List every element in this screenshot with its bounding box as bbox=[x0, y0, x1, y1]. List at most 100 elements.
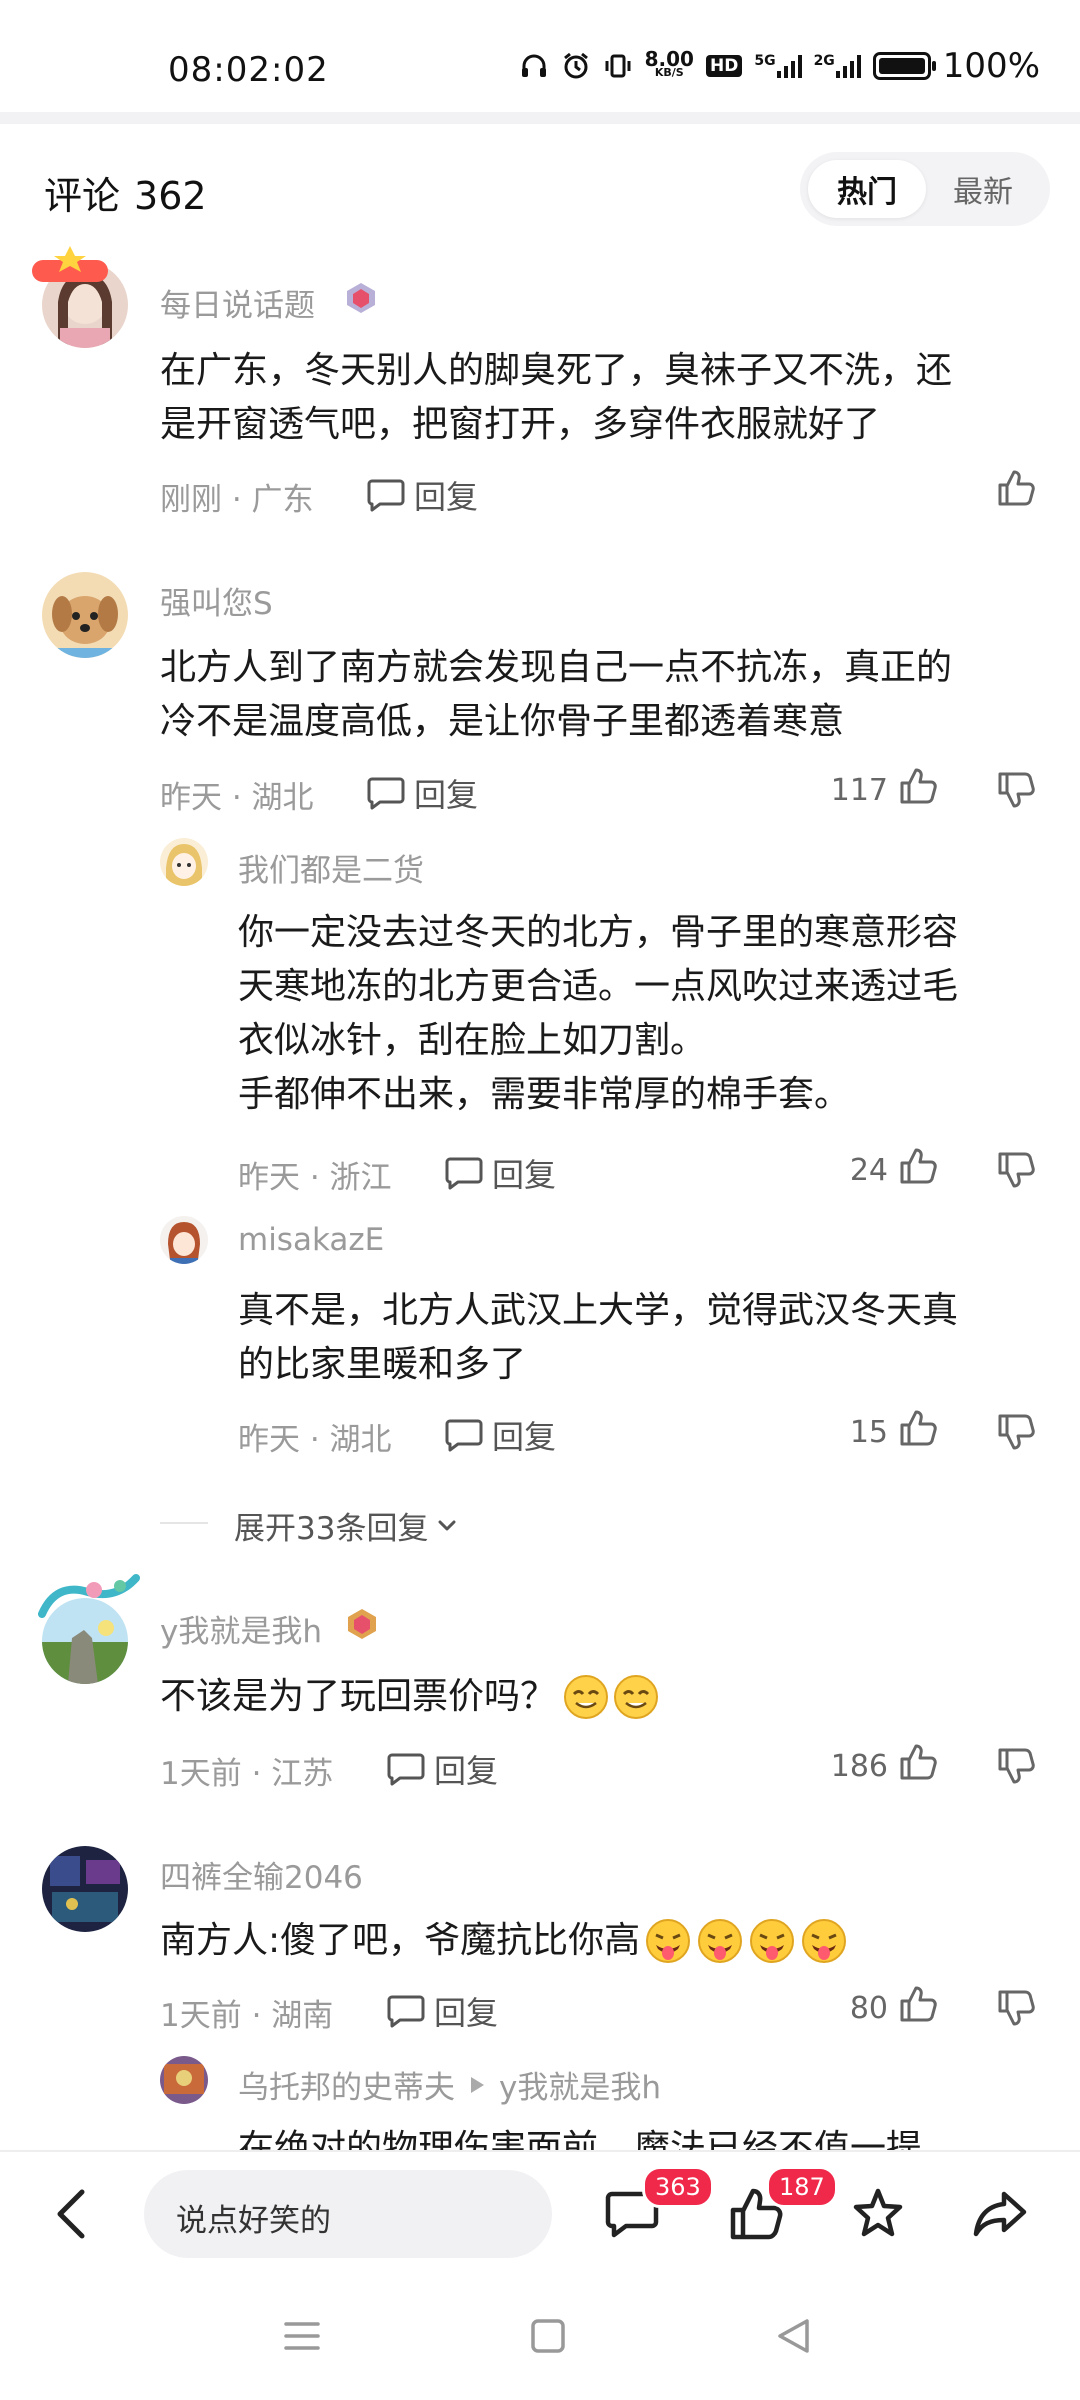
like-button[interactable] bbox=[898, 1984, 938, 2024]
like-button[interactable] bbox=[898, 766, 938, 806]
bottom-divider bbox=[0, 2150, 1080, 2152]
comment-text: 不该是为了玩回票价吗？ bbox=[160, 1670, 660, 1724]
reply-bubble-icon bbox=[387, 1995, 425, 2028]
chevron-down-icon bbox=[438, 1520, 456, 1530]
back-button[interactable] bbox=[50, 2186, 94, 2246]
sort-toggle: 热门 最新 bbox=[800, 152, 1050, 226]
comment-username[interactable]: 每日说话题 bbox=[160, 280, 315, 325]
avatar[interactable] bbox=[160, 1216, 208, 1264]
sort-new-tab[interactable]: 最新 bbox=[924, 160, 1042, 218]
comment-username[interactable]: y我就是我h bbox=[160, 1606, 322, 1651]
reply-text: 真不是，北方人武汉上大学，觉得武汉冬天真 的比家里暖和多了 bbox=[238, 1290, 959, 1385]
like-count-badge: 187 bbox=[766, 2166, 838, 2208]
vibrate-icon bbox=[603, 51, 633, 81]
sort-hot-tab[interactable]: 热门 bbox=[808, 160, 926, 218]
comment-meta: 昨天 · 湖北 bbox=[160, 780, 314, 816]
reply-to-username[interactable]: y我就是我h bbox=[499, 2062, 661, 2107]
thumbs-up-icon bbox=[900, 1744, 937, 1780]
tongue-out-emoji-icon bbox=[750, 1919, 795, 1963]
reply-meta: 昨天 · 湖北 bbox=[238, 1422, 392, 1458]
reply-button[interactable]: 回复 bbox=[366, 770, 478, 816]
reply-button[interactable]: 回复 bbox=[386, 1988, 498, 2034]
reply-header: 乌托邦的史蒂夫 y我就是我h bbox=[238, 2062, 661, 2107]
headphones-icon bbox=[519, 51, 549, 81]
reply-bubble-icon bbox=[367, 777, 405, 810]
expand-replies-button[interactable]: 展开33条回复 bbox=[234, 1503, 460, 1548]
smirk-emoji-icon bbox=[614, 1675, 659, 1719]
comment-meta: 1天前 · 湖南 bbox=[160, 1998, 334, 2034]
back-nav-button[interactable] bbox=[774, 2316, 814, 2360]
reply-text: 在绝对的物理伤害面前，魔法已经不值一提 bbox=[238, 2128, 923, 2150]
avatar[interactable] bbox=[42, 572, 128, 658]
avatar[interactable] bbox=[160, 2056, 208, 2104]
thumbs-up-icon bbox=[900, 1410, 937, 1446]
reply-meta: 昨天 · 浙江 bbox=[238, 1160, 392, 1196]
alarm-icon bbox=[561, 51, 591, 81]
battery-percent: 100% bbox=[942, 46, 1040, 86]
signal-5g-icon: 5G bbox=[754, 53, 802, 79]
reply-button[interactable]: 回复 bbox=[444, 1150, 556, 1196]
like-button[interactable] bbox=[898, 1146, 938, 1186]
thumbs-up-icon bbox=[900, 1148, 937, 1184]
comments-header: 评论 362 bbox=[44, 165, 207, 220]
hd-icon: HD bbox=[705, 55, 743, 77]
comment-text: 北方人到了南方就会发现自己一点不抗冻，真正的 冷不是温度高低，是让你骨子里都透着… bbox=[160, 647, 953, 742]
comments-count: 362 bbox=[134, 174, 207, 218]
reply-bubble-icon bbox=[387, 1753, 425, 1786]
like-count: 80 bbox=[849, 1991, 888, 2026]
home-nav-button[interactable] bbox=[528, 2316, 568, 2360]
thumbs-up-icon bbox=[998, 470, 1035, 506]
comment-count-badge: 363 bbox=[642, 2166, 714, 2208]
back-nav-icon bbox=[778, 2319, 809, 2353]
like-count: 15 bbox=[849, 1415, 888, 1450]
reply-button[interactable]: 回复 bbox=[444, 1412, 556, 1458]
creator-badge-icon bbox=[30, 246, 110, 290]
net-speed: 8.00 KB/S bbox=[644, 47, 694, 79]
menu-nav-button[interactable] bbox=[282, 2318, 322, 2358]
like-button[interactable] bbox=[898, 1742, 938, 1782]
comment-username[interactable]: 四裤全输2046 bbox=[160, 1852, 363, 1897]
reply-username[interactable]: 我们都是二货 bbox=[238, 845, 424, 890]
share-icon bbox=[973, 2191, 1027, 2237]
favorite-button[interactable] bbox=[850, 2186, 906, 2246]
level-badge-icon bbox=[346, 1608, 378, 1644]
home-nav-icon bbox=[531, 2319, 565, 2353]
thumbs-down-icon bbox=[998, 1748, 1035, 1784]
reply-bubble-icon bbox=[367, 479, 405, 512]
reply-text: 你一定没去过冬天的北方，骨子里的寒意形容 天寒地冻的北方更合适。一点风吹过来透过… bbox=[238, 912, 959, 1115]
like-count: 186 bbox=[830, 1749, 888, 1784]
comment-input-placeholder: 说点好笑的 bbox=[176, 2203, 331, 2239]
dislike-button[interactable] bbox=[996, 1988, 1036, 2028]
reply-bubble-icon bbox=[445, 1419, 483, 1452]
tongue-out-emoji-icon bbox=[802, 1919, 847, 1963]
reply-arrow-icon bbox=[471, 2076, 484, 2093]
like-count: 24 bbox=[849, 1153, 888, 1188]
comment-meta: 1天前 · 江苏 bbox=[160, 1756, 334, 1792]
status-icons: 8.00 KB/S HD 5G 2G 100% bbox=[519, 46, 1040, 86]
like-button[interactable] bbox=[996, 468, 1036, 508]
clipped-reply-container: 在绝对的物理伤害面前，魔法已经不值一提 bbox=[0, 2110, 1080, 2150]
tongue-out-emoji-icon bbox=[698, 1919, 743, 1963]
reply-button[interactable]: 回复 bbox=[386, 1746, 498, 1792]
level-badge-icon bbox=[345, 282, 377, 318]
comment-username[interactable]: 强叫您S bbox=[160, 578, 273, 623]
thumbs-down-icon bbox=[998, 1414, 1035, 1450]
reply-username[interactable]: misakazE bbox=[238, 1222, 384, 1258]
comment-text: 在广东，冬天别人的脚臭死了，臭袜子又不洗，还 是开窗透气吧，把窗打开，多穿件衣服… bbox=[160, 350, 953, 445]
dislike-button[interactable] bbox=[996, 770, 1036, 810]
share-button[interactable] bbox=[972, 2186, 1028, 2246]
tongue-out-emoji-icon bbox=[646, 1919, 691, 1963]
reply-button[interactable]: 回复 bbox=[366, 472, 478, 518]
avatar-frame-icon bbox=[36, 1574, 142, 1618]
dislike-button[interactable] bbox=[996, 1412, 1036, 1452]
reply-username[interactable]: 乌托邦的史蒂夫 bbox=[238, 2062, 455, 2107]
avatar[interactable] bbox=[160, 838, 208, 886]
dislike-button[interactable] bbox=[996, 1746, 1036, 1786]
dislike-button[interactable] bbox=[996, 1150, 1036, 1190]
thumbs-up-icon bbox=[900, 768, 937, 804]
avatar[interactable] bbox=[42, 1846, 128, 1932]
top-divider bbox=[0, 112, 1080, 124]
thumbs-down-icon bbox=[998, 1990, 1035, 2026]
status-time: 08:02:02 bbox=[168, 50, 329, 90]
like-button[interactable] bbox=[898, 1408, 938, 1448]
